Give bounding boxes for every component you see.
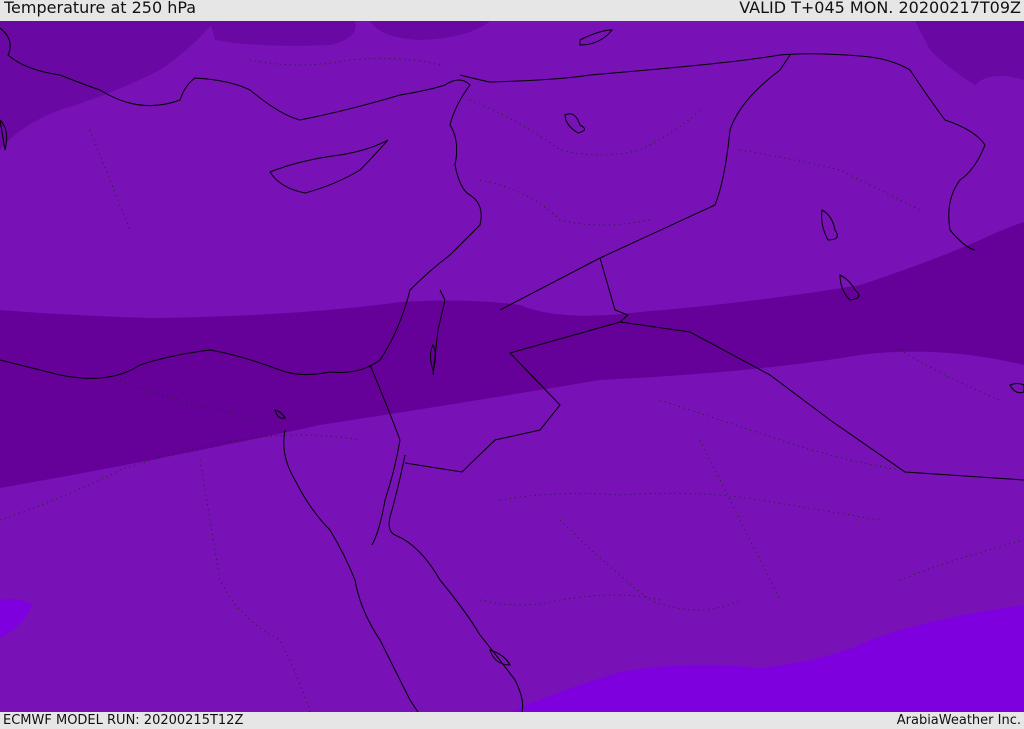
map-title: Temperature at 250 hPa: [4, 0, 197, 17]
map-canvas[interactable]: [0, 21, 1024, 712]
footer-bar: ECMWF MODEL RUN: 20200215T12Z ArabiaWeat…: [0, 712, 1024, 729]
credit-text: ArabiaWeather Inc.: [896, 713, 1021, 728]
model-run: ECMWF MODEL RUN: 20200215T12Z: [3, 713, 244, 728]
map-svg: [0, 21, 1024, 712]
cold-patch-north: [210, 21, 356, 46]
valid-time: VALID T+045 MON. 20200217T09Z: [739, 0, 1021, 17]
header-bar: Temperature at 250 hPa VALID T+045 MON. …: [0, 0, 1024, 21]
